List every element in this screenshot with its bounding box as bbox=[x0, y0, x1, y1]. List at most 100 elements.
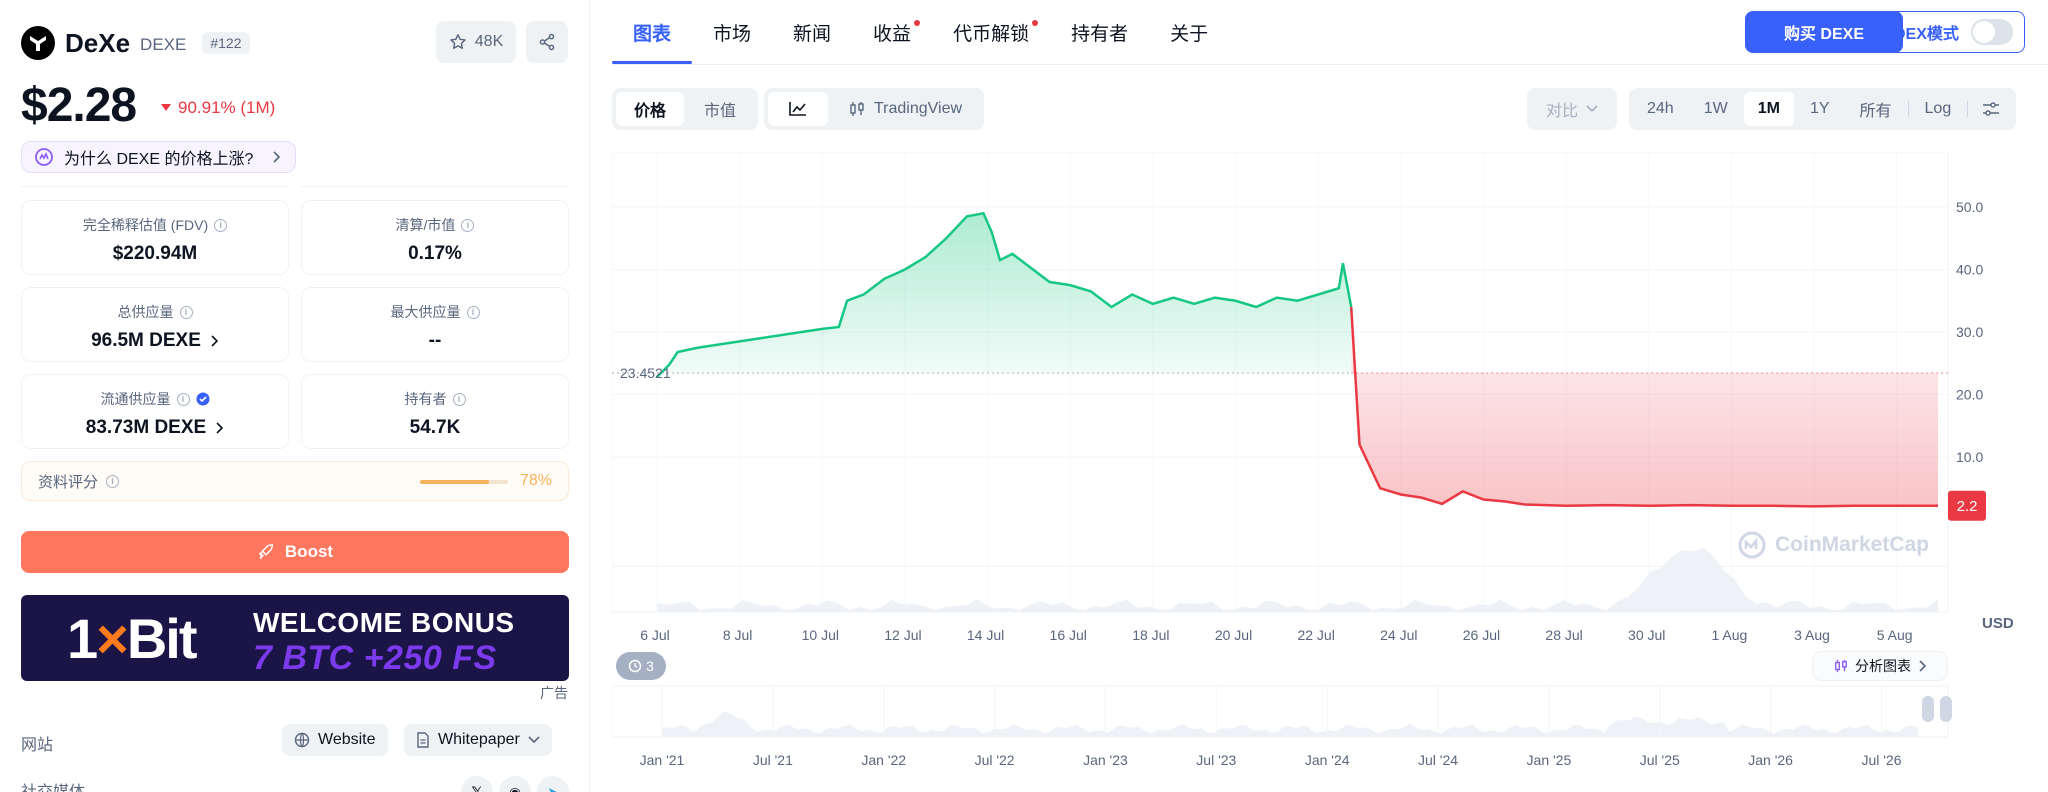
tab-label: 新闻 bbox=[793, 23, 832, 45]
github-icon[interactable]: ◉ bbox=[499, 776, 531, 792]
coin-name: DeXe bbox=[65, 27, 131, 58]
stat-value: 83.73M DEXE bbox=[85, 417, 207, 438]
ad-brand-x: × bbox=[96, 606, 129, 670]
y-tick-label: 10.0 bbox=[1956, 449, 1983, 465]
tab-news[interactable]: 新闻 bbox=[772, 0, 852, 64]
range-all[interactable]: 所有 bbox=[1846, 92, 1906, 126]
info-icon[interactable]: i bbox=[466, 305, 480, 319]
detail-tabs: 图表 市场 新闻 收益 代币解锁 持有者 关于 bbox=[612, 0, 1229, 64]
range-24h[interactable]: 24h bbox=[1633, 92, 1688, 126]
stat-circulating-supply[interactable]: 流通供应量 i 83.73M DEXE bbox=[21, 374, 289, 449]
tradingview-button[interactable]: TradingView bbox=[830, 92, 980, 126]
header-actions: 48K bbox=[436, 21, 568, 63]
tab-markets[interactable]: 市场 bbox=[692, 0, 772, 64]
x-tick-label: 16 Jul bbox=[1050, 627, 1087, 643]
info-icon[interactable]: i bbox=[106, 474, 120, 488]
market-cap-tab[interactable]: 市值 bbox=[686, 92, 754, 126]
compare-dropdown[interactable]: 对比 bbox=[1527, 88, 1617, 130]
tab-holders[interactable]: 持有者 bbox=[1050, 0, 1149, 64]
navigator-x-label: Jan '24 bbox=[1305, 752, 1350, 768]
chevron-right-icon bbox=[1919, 660, 1927, 672]
tradingview-label: TradingView bbox=[874, 100, 963, 117]
toolbar-separator bbox=[1907, 101, 1909, 117]
toggle-switch[interactable] bbox=[1970, 19, 2013, 45]
x-tick-label: 14 Jul bbox=[967, 627, 1004, 643]
navigator-handle-left bbox=[1922, 696, 1934, 722]
ad-brand-word: Bit bbox=[126, 606, 198, 670]
candlestick-icon bbox=[1835, 659, 1847, 673]
boost-button[interactable]: Boost bbox=[21, 531, 569, 573]
coin-header: DeXe DEXE #122 bbox=[21, 26, 250, 60]
verified-badge-icon bbox=[196, 392, 209, 406]
whitepaper-dropdown[interactable]: Whitepaper bbox=[404, 724, 552, 756]
stat-value: $220.94M bbox=[112, 243, 198, 264]
star-icon bbox=[450, 34, 466, 49]
chart-settings-button[interactable] bbox=[1970, 92, 2012, 126]
navigator-x-label: Jul '22 bbox=[975, 752, 1015, 768]
divider bbox=[21, 186, 289, 187]
chevron-down-icon bbox=[1586, 105, 1598, 113]
stat-holders: 持有者 i 54.7K bbox=[301, 374, 569, 449]
info-icon[interactable]: i bbox=[461, 218, 475, 232]
x-tick-label: 8 Jul bbox=[723, 627, 753, 643]
dexe-logo-icon bbox=[21, 26, 55, 60]
info-icon[interactable]: i bbox=[214, 218, 228, 232]
tab-token-unlocks[interactable]: 代币解锁 bbox=[932, 0, 1050, 64]
website-row-label: 网站 bbox=[21, 737, 54, 754]
chevron-right-icon bbox=[216, 422, 224, 434]
info-icon[interactable]: i bbox=[179, 305, 193, 319]
profile-score-percent: 78% bbox=[519, 472, 552, 489]
analysis-chart-button[interactable]: 分析图表 bbox=[1812, 651, 1948, 681]
x-tick-label: 20 Jul bbox=[1215, 627, 1252, 643]
stat-value: -- bbox=[428, 330, 442, 351]
tab-chart[interactable]: 图表 bbox=[612, 0, 693, 64]
metric-switch: 价格 市值 bbox=[612, 88, 759, 130]
watchlist-button[interactable]: 48K bbox=[436, 21, 516, 63]
tab-yield[interactable]: 收益 bbox=[852, 0, 932, 64]
coin-sidebar: DeXe DEXE #122 48K $2.28 90.91% (1M) 为什么… bbox=[0, 0, 590, 792]
time-range-switch: 24h 1W 1M 1Y 所有 Log bbox=[1629, 88, 2017, 130]
ad-brand: 1×Bit bbox=[67, 606, 198, 671]
coinmarketcap-watermark: CoinMarketCap bbox=[1737, 530, 1929, 560]
x-tick-label: 5 Aug bbox=[1877, 627, 1913, 643]
x-tick-label: 10 Jul bbox=[802, 627, 839, 643]
range-1m[interactable]: 1M bbox=[1743, 92, 1794, 126]
line-chart-button[interactable] bbox=[768, 92, 828, 126]
navigator-x-label: Jul '21 bbox=[753, 752, 793, 768]
price-chart[interactable]: 10.0 20.0 30.0 40.0 50.0 USD 6 Jul 8 Jul 10 Jul 1… bbox=[611, 151, 2048, 792]
x-twitter-icon[interactable]: 𝕏 bbox=[461, 776, 493, 792]
line-chart-icon bbox=[789, 102, 806, 116]
navigator-x-label: Jan '25 bbox=[1527, 752, 1572, 768]
history-badge[interactable]: 3 bbox=[616, 652, 666, 680]
why-price-button[interactable]: 为什么 DEXE 的价格上涨? bbox=[21, 141, 297, 173]
log-scale-toggle[interactable]: Log bbox=[1911, 92, 1966, 126]
coin-symbol: DEXE bbox=[140, 35, 187, 54]
stat-total-supply[interactable]: 总供应量 i 96.5M DEXE bbox=[21, 287, 289, 362]
ad-label: 广告 bbox=[540, 685, 568, 701]
navigator-x-label: Jul '25 bbox=[1640, 752, 1680, 768]
range-1w[interactable]: 1W bbox=[1690, 92, 1742, 126]
x-tick-label: 30 Jul bbox=[1628, 627, 1665, 643]
stat-label: 持有者 bbox=[404, 391, 447, 407]
info-icon[interactable]: i bbox=[452, 392, 466, 406]
navigator-x-label: Jan '21 bbox=[640, 752, 685, 768]
website-link[interactable]: Website bbox=[282, 724, 388, 756]
telegram-icon[interactable]: ➤ bbox=[537, 776, 569, 792]
share-button[interactable] bbox=[526, 21, 568, 63]
notification-dot bbox=[914, 20, 921, 26]
price-area-up bbox=[657, 213, 1352, 377]
stat-value: 0.17% bbox=[408, 243, 462, 264]
price-tab[interactable]: 价格 bbox=[616, 92, 685, 126]
globe-icon bbox=[294, 732, 310, 748]
dex-mode-toggle[interactable]: DEX模式 bbox=[1877, 11, 2025, 53]
price-chart-svg[interactable]: 10.0 20.0 30.0 40.0 50.0 USD 6 Jul 8 Jul 10 Jul 1… bbox=[611, 151, 2048, 792]
x-tick-label: 18 Jul bbox=[1132, 627, 1169, 643]
price-change-value: 90.91% (1M) bbox=[178, 98, 276, 117]
notification-dot bbox=[1032, 20, 1039, 26]
stat-label: 完全稀释估值 (FDV) bbox=[82, 217, 209, 233]
tab-about[interactable]: 关于 bbox=[1149, 0, 1229, 64]
info-icon[interactable]: i bbox=[176, 392, 190, 406]
advertisement-banner[interactable]: 1×Bit WELCOME BONUS 7 BTC +250 FS bbox=[21, 595, 569, 681]
range-1y[interactable]: 1Y bbox=[1796, 92, 1844, 126]
profile-score[interactable]: 资料评分 i 78% bbox=[21, 461, 569, 501]
